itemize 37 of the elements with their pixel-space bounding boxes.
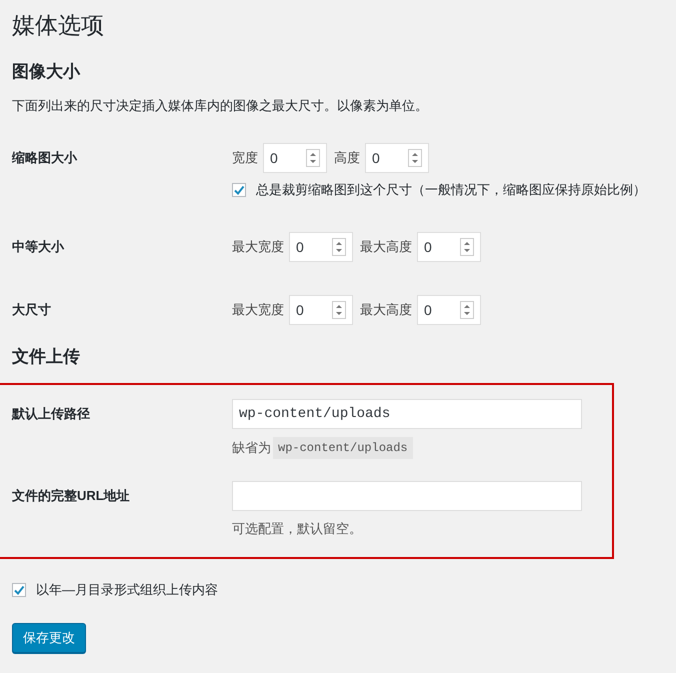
number-field[interactable]: 0 [289,232,353,262]
hint-text: 可选配置，默认留空。 [232,520,362,538]
page-title: 媒体选项 [12,11,105,40]
section-heading: 文件上传 [12,346,81,368]
checkbox[interactable] [12,583,26,597]
save-button[interactable]: 保存更改 [12,623,86,653]
section-description: 下面列出来的尺寸决定插入媒体库内的图像之最大尺寸。以像素为单位。 [12,97,429,115]
field-label: 高度 [334,149,360,167]
input-field[interactable] [232,481,582,511]
field-label: 最大高度 [360,238,412,256]
checkbox-label: 以年—月目录形式组织上传内容 [36,581,218,599]
field-label: 最大宽度 [232,238,284,256]
checkbox-label: 总是裁剪缩略图到这个尺寸（一般情况下，缩略图应保持原始比例） [256,181,646,199]
checkbox[interactable] [232,183,246,197]
number-field[interactable]: 0 [263,143,327,173]
spinner-icon [460,238,474,256]
path-code: wp-content/uploads [273,437,413,459]
spinner-icon [332,238,346,256]
number-field[interactable]: 0 [417,232,481,262]
spinner-icon [408,149,422,167]
number-field[interactable]: 0 [289,295,353,325]
spinner-icon [306,149,320,167]
number-field[interactable]: 0 [417,295,481,325]
row-label: 缩略图大小 [12,149,78,167]
row-label: 默认上传路径 [12,405,91,423]
section-heading: 图像大小 [12,61,82,83]
row-label: 大尺寸 [12,301,52,319]
field-label: 宽度 [232,149,258,167]
field-label: 最大高度 [360,301,412,319]
hint-text: 缺省为 [232,439,271,457]
row-label: 文件的完整URL地址 [12,487,131,505]
field-label: 最大宽度 [232,301,284,319]
spinner-icon [460,301,474,319]
row-label: 中等大小 [12,238,66,256]
input-field[interactable]: wp-content/uploads [232,399,582,429]
number-field[interactable]: 0 [365,143,429,173]
spinner-icon [332,301,346,319]
